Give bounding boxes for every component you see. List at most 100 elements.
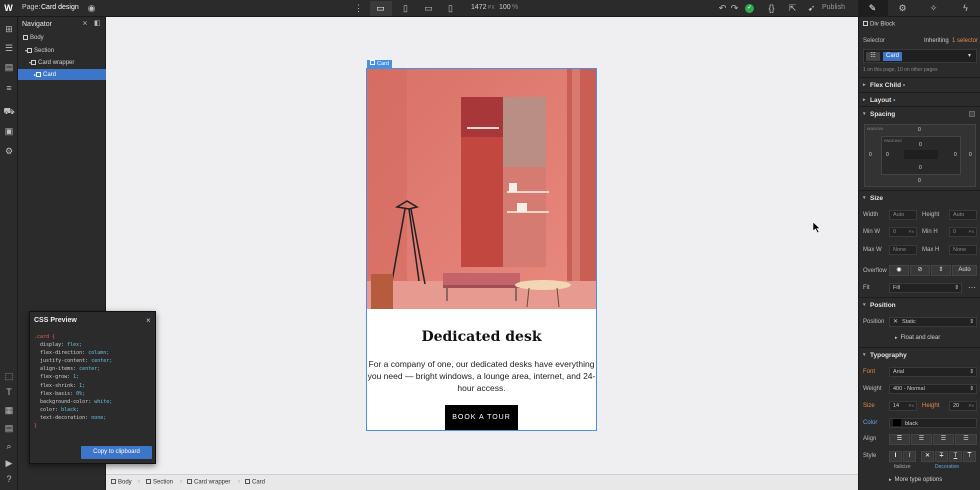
spacing-options-icon[interactable] bbox=[969, 111, 975, 117]
mobile-portrait-icon[interactable]: ▯ bbox=[445, 3, 456, 14]
strikethrough-icon[interactable]: T bbox=[935, 451, 948, 462]
code-icon[interactable]: {} bbox=[766, 3, 777, 14]
video-icon[interactable]: ▶ bbox=[3, 457, 15, 469]
navigator-icon[interactable]: ☰ bbox=[3, 42, 15, 54]
nav-item-section[interactable]: ▾ Section bbox=[18, 45, 106, 56]
text-tool-icon[interactable]: T bbox=[3, 386, 15, 398]
margin-left-value[interactable]: 0 bbox=[869, 152, 872, 158]
section-layout[interactable]: ▸ Layout • bbox=[859, 92, 980, 107]
copy-to-clipboard-button[interactable]: Copy to clipboard bbox=[81, 446, 152, 459]
page-name-selector[interactable]: Card design bbox=[41, 4, 79, 11]
book-tour-button[interactable]: BOOK A TOUR bbox=[445, 405, 518, 430]
settings-icon[interactable]: ⚙ bbox=[3, 145, 15, 157]
min-width-input[interactable]: 0 PX bbox=[889, 227, 917, 237]
breadcrumb-item-card[interactable]: Card bbox=[245, 479, 265, 486]
nav-item-card-wrapper[interactable]: ▾ Card wrapper bbox=[18, 57, 106, 68]
settings-gear-icon[interactable]: ⚙ bbox=[897, 3, 908, 14]
tablet-icon[interactable]: ▯ bbox=[400, 3, 411, 14]
breadcrumb-item-card-wrapper[interactable]: Card wrapper bbox=[187, 479, 230, 486]
padding-top-value[interactable]: 0 bbox=[919, 142, 922, 148]
line-height-input[interactable]: 20 PX bbox=[949, 401, 977, 411]
add-panel-icon[interactable]: ⊞ bbox=[3, 23, 15, 35]
max-height-input[interactable]: None bbox=[949, 245, 977, 255]
style-label: Style bbox=[863, 453, 877, 459]
overline-icon[interactable]: T bbox=[963, 451, 976, 462]
mobile-landscape-icon[interactable]: ▭ bbox=[423, 3, 434, 14]
nav-item-body[interactable]: Body bbox=[18, 33, 106, 44]
class-chip[interactable]: Card bbox=[883, 52, 903, 61]
color-swatch[interactable] bbox=[893, 419, 901, 426]
layout-icon[interactable]: ▤ bbox=[3, 422, 15, 434]
position-select[interactable]: ✕ Static ⇕ bbox=[889, 317, 977, 327]
margin-right-value[interactable]: 0 bbox=[969, 152, 972, 158]
font-size-input[interactable]: 14 PX bbox=[889, 401, 917, 411]
color-input[interactable]: black bbox=[889, 418, 977, 428]
margin-top-value[interactable]: 0 bbox=[918, 127, 921, 133]
more-options-icon[interactable]: ⋯ bbox=[968, 283, 976, 292]
select-tool-icon[interactable]: ⬚ bbox=[3, 370, 15, 382]
padding-right-value[interactable]: 0 bbox=[954, 152, 957, 158]
ecommerce-cart-icon[interactable]: ⛟ bbox=[3, 105, 15, 117]
section-position[interactable]: ▾ Position bbox=[859, 297, 980, 312]
selector-menu-icon[interactable]: ☷ bbox=[866, 52, 880, 61]
inheriting-count[interactable]: 1 selector bbox=[952, 38, 978, 44]
weight-select[interactable]: 400 - Normal ⇕ bbox=[889, 384, 977, 394]
height-input[interactable]: Auto bbox=[949, 210, 977, 220]
margin-bottom-value[interactable]: 0 bbox=[918, 178, 921, 184]
help-icon[interactable]: ? bbox=[3, 473, 15, 485]
overflow-scroll-icon[interactable]: ⇕ bbox=[931, 265, 951, 276]
grid-tool-icon[interactable]: ▦ bbox=[3, 404, 15, 416]
italic-icon[interactable]: I bbox=[903, 451, 916, 462]
search-icon[interactable]: ⌕ bbox=[3, 440, 15, 452]
redo-icon[interactable]: ↷ bbox=[729, 3, 740, 14]
interactions-icon[interactable]: ✧ bbox=[928, 3, 939, 14]
align-left-icon[interactable]: ☰ bbox=[889, 434, 910, 445]
overflow-hidden-icon[interactable]: ⊘ bbox=[910, 265, 930, 276]
style-panel-tab[interactable]: ✎ bbox=[858, 0, 888, 17]
pages-icon[interactable]: ▤ bbox=[3, 61, 15, 73]
italic-normal-icon[interactable]: I bbox=[889, 451, 902, 462]
chevron-down-icon[interactable]: ▾ bbox=[968, 52, 971, 59]
min-height-input[interactable]: 0 PX bbox=[949, 227, 977, 237]
section-flex-child[interactable]: ▸ Flex Child • bbox=[859, 77, 980, 92]
float-and-clear-toggle[interactable]: ▸ Float and clear bbox=[895, 335, 940, 341]
export-icon[interactable]: ⇱ bbox=[787, 3, 798, 14]
more-type-options-toggle[interactable]: ▸ More type options bbox=[889, 477, 942, 483]
pin-icon[interactable]: ⨯ bbox=[82, 20, 90, 28]
section-spacing[interactable]: ▾ Spacing bbox=[859, 106, 980, 121]
dock-icon[interactable]: ◧ bbox=[94, 20, 102, 28]
width-input[interactable]: Auto bbox=[889, 210, 917, 220]
webflow-logo-icon[interactable]: W bbox=[3, 3, 14, 14]
underline-icon[interactable]: T bbox=[949, 451, 962, 462]
more-vertical-icon[interactable]: ⋮ bbox=[353, 3, 364, 14]
padding-bottom-value[interactable]: 0 bbox=[919, 165, 922, 171]
lightning-icon[interactable]: ϟ bbox=[960, 3, 971, 14]
margin-box[interactable]: MARGIN 0 0 0 0 PADDING 0 0 0 0 bbox=[864, 124, 976, 187]
section-typography[interactable]: ▾ Typography bbox=[859, 347, 980, 362]
overflow-auto-button[interactable]: Auto bbox=[952, 265, 977, 276]
breadcrumb-item-section[interactable]: Section bbox=[146, 479, 173, 486]
align-right-icon[interactable]: ☰ bbox=[933, 434, 954, 445]
overflow-visible-eye-icon[interactable]: ◉ bbox=[889, 265, 909, 276]
css-property: flex-shrink: bbox=[40, 382, 77, 389]
undo-icon[interactable]: ↶ bbox=[717, 3, 728, 14]
font-select[interactable]: Arial ⇕ bbox=[889, 367, 977, 377]
nav-item-card[interactable]: ▸ Card bbox=[18, 69, 106, 80]
desktop-breakpoint-button[interactable]: ▭ bbox=[370, 1, 392, 16]
assets-icon[interactable]: ▣ bbox=[3, 125, 15, 137]
section-size[interactable]: ▾ Size bbox=[859, 190, 980, 205]
no-decoration-icon[interactable]: ✕ bbox=[921, 451, 934, 462]
selector-field[interactable]: ☷ Card ▾ bbox=[863, 49, 977, 63]
publish-button[interactable]: Publish bbox=[822, 4, 845, 11]
align-justify-icon[interactable]: ☰ bbox=[955, 434, 977, 445]
close-icon[interactable]: × bbox=[146, 316, 151, 325]
fit-select[interactable]: Fill ⇕ bbox=[889, 283, 962, 293]
padding-box[interactable]: PADDING 0 0 0 0 bbox=[881, 136, 961, 175]
padding-left-value[interactable]: 0 bbox=[886, 152, 889, 158]
eye-icon[interactable]: ◉ bbox=[86, 3, 97, 14]
breadcrumb-item-body[interactable]: Body bbox=[111, 479, 132, 486]
card[interactable]: Dedicated desk For a company of one, our… bbox=[366, 68, 597, 431]
max-width-input[interactable]: None bbox=[889, 245, 917, 255]
align-center-icon[interactable]: ☰ bbox=[911, 434, 932, 445]
cms-icon[interactable]: ≡ bbox=[3, 82, 15, 94]
